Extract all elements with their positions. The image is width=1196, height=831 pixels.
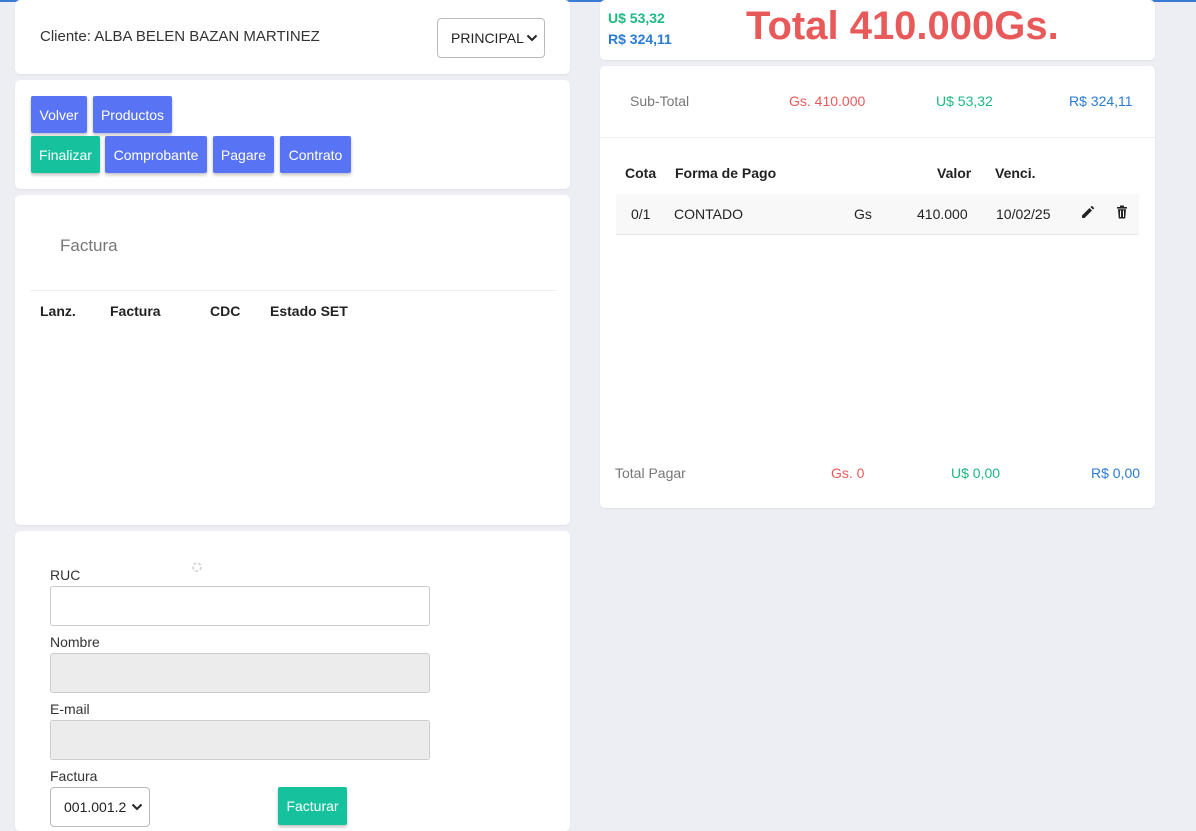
total-pagar-brl: R$ 0,00 [1091,465,1141,481]
row-vencimiento: 10/02/25 [996,206,1051,222]
comprobante-button[interactable]: Comprobante [105,136,207,173]
total-usd: U$ 53,32 [608,10,665,26]
column-header-forma-de-pago: Forma de Pago [675,165,777,181]
column-header-lanz: Lanz. [40,303,76,319]
subtotal-brl: R$ 324,11 [1069,93,1133,109]
row-valor: 410.000 [917,206,968,222]
client-card: Cliente: ALBA BELEN BAZAN MARTINEZ PRINC… [15,0,570,74]
factura-list-card: Factura Lanz. Factura CDC Estado SET [15,195,570,525]
pencil-icon[interactable] [1080,204,1096,220]
nombre-label: Nombre [50,634,100,650]
spinner-icon [192,562,202,572]
client-name: Cliente: ALBA BELEN BAZAN MARTINEZ [40,28,320,45]
payments-card: Sub-Total Gs. 410.000 U$ 53,32 R$ 324,11… [600,66,1155,508]
total-pagar-usd: U$ 0,00 [951,465,1001,481]
facturar-button[interactable]: Facturar [278,787,347,825]
column-header-estado-set: Estado SET [270,303,348,319]
factura-list-title: Factura [60,236,118,255]
nombre-input[interactable] [50,653,430,693]
row-currency: Gs [854,206,872,222]
productos-button[interactable]: Productos [93,96,172,133]
contrato-button[interactable]: Contrato [280,136,351,173]
column-header-valor: Valor [937,165,972,181]
trash-icon[interactable] [1114,204,1130,220]
ruc-input[interactable] [50,586,430,626]
factura-select-value: 001.001.2 [64,799,127,815]
row-forma-de-pago: CONTADO [674,206,743,222]
grand-total: Total 410.000Gs. [746,4,1059,48]
pagare-button[interactable]: Pagare [213,136,274,173]
chevron-down-icon [526,34,538,42]
column-header-cdc: CDC [210,303,241,319]
ruc-label: RUC [50,567,81,583]
total-pagar-label: Total Pagar [615,465,686,481]
column-header-venci: Venci. [995,165,1036,181]
column-header-cota: Cota [625,165,657,181]
billing-form-card: RUC Nombre E-mail Factura 001.001.2 Fact… [15,531,570,831]
branch-select-value: PRINCIPAL [451,30,524,46]
actions-card: Volver Productos Finalizar Comprobante P… [15,80,570,189]
total-brl: R$ 324,11 [608,31,672,47]
subtotal-usd: U$ 53,32 [936,93,993,109]
column-header-factura: Factura [110,303,161,319]
totals-card: U$ 53,32 R$ 324,11 Total 410.000Gs. [600,0,1155,60]
finalizar-button[interactable]: Finalizar [31,136,100,173]
divider [600,137,1155,138]
subtotal-gs: Gs. 410.000 [789,93,866,109]
table-row: 0/1 CONTADO Gs 410.000 10/02/25 [616,194,1139,235]
branch-select[interactable]: PRINCIPAL [437,18,545,58]
total-pagar-gs: Gs. 0 [831,465,865,481]
email-input[interactable] [50,720,430,760]
divider [30,290,557,291]
factura-select[interactable]: 001.001.2 [50,787,150,827]
row-cota: 0/1 [631,206,651,222]
subtotal-label: Sub-Total [630,93,690,109]
email-label: E-mail [50,701,90,717]
chevron-down-icon [131,803,143,811]
volver-button[interactable]: Volver [31,96,87,133]
factura-label: Factura [50,768,98,784]
